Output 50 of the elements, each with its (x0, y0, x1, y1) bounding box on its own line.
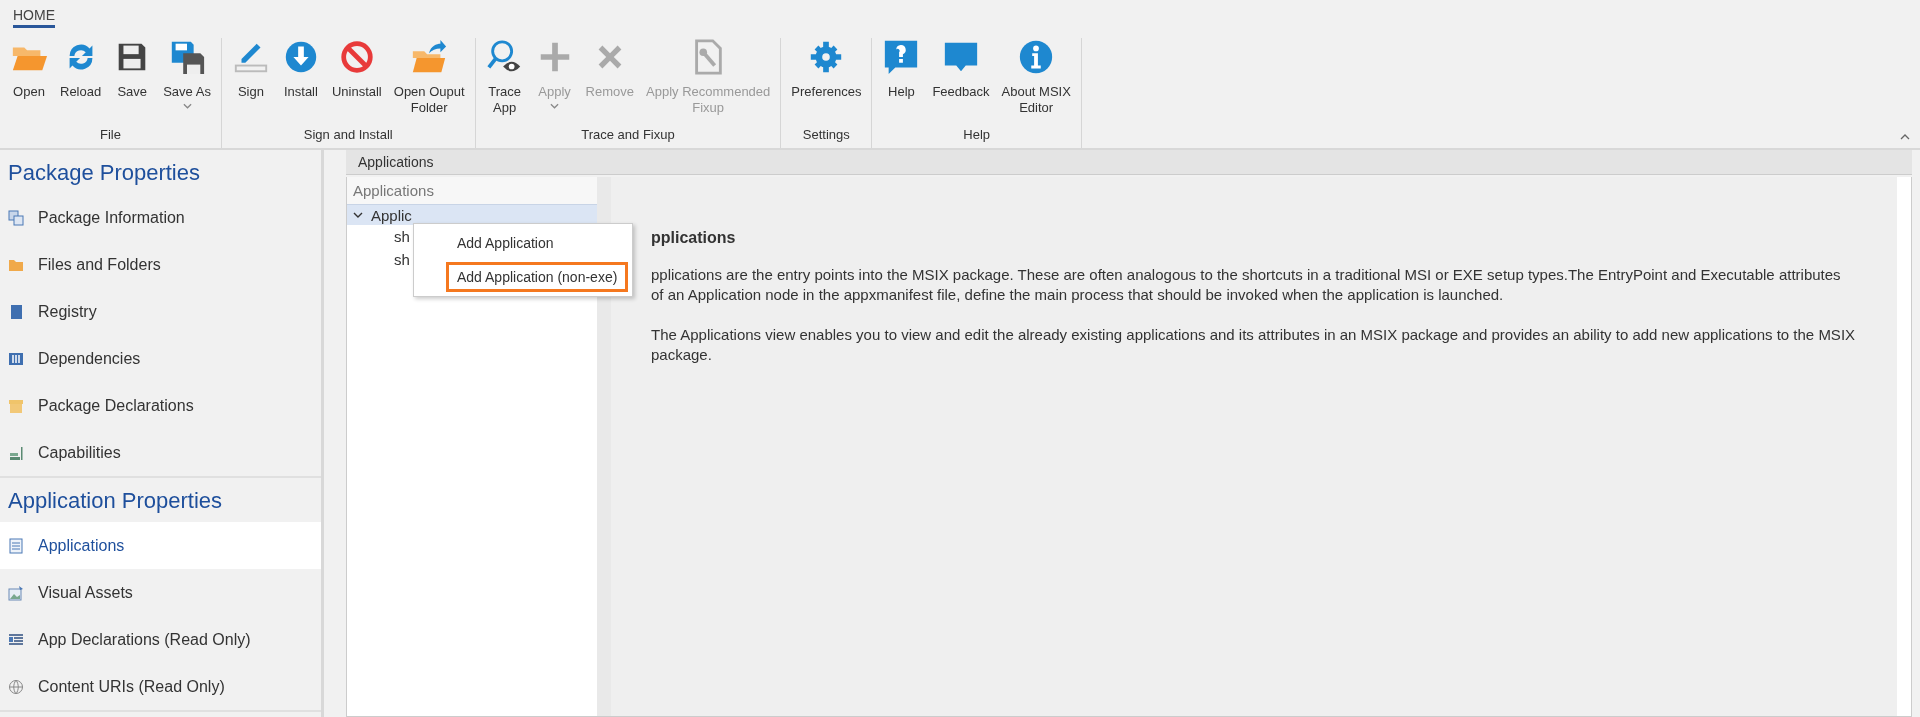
sidebar-item[interactable]: Visual Assets (0, 569, 321, 616)
ribbon-button[interactable]: Open (6, 38, 52, 100)
columns-icon (8, 350, 24, 367)
chevron-icon[interactable] (353, 210, 363, 220)
ribbon-button[interactable]: Save As (159, 38, 215, 109)
page-title: Applications (358, 154, 434, 170)
sidebar-item[interactable]: Package Declarations (0, 382, 321, 429)
ribbon-button[interactable]: Install (277, 38, 324, 100)
section-title: Package Properties (7, 159, 201, 187)
sidebar-item[interactable]: Files and Folders (0, 241, 321, 288)
sidebar-item[interactable]: Capabilities (0, 429, 321, 476)
sidebar-item[interactable]: Registry (0, 288, 321, 335)
ribbon-button[interactable]: Save (109, 38, 156, 100)
description-text: The Applications view enables you to view and edit the already existing applications and its attributes in an MSIX package and provides an ability to add new applications to the MSIX package. (651, 325, 1857, 365)
menu-item[interactable]: Add Application (446, 228, 565, 258)
section-title: Application Properties (7, 487, 223, 515)
ribbon-button[interactable]: Open Ouput Folder (389, 38, 469, 116)
sidebar-item[interactable]: Package Information (0, 194, 321, 241)
sidebar-item[interactable]: Dependencies (0, 335, 321, 382)
group-label: Trace and Fixup (581, 127, 675, 144)
ribbon-button[interactable]: Reload (56, 38, 106, 100)
ribbon-button[interactable]: Uninstall (327, 38, 386, 100)
globe-icon (8, 678, 24, 695)
menu-item[interactable]: Add Application (non-exe) (446, 262, 629, 292)
description-heading: pplications (651, 229, 737, 247)
sidebar-item[interactable]: Content URIs (Read Only) (0, 663, 321, 710)
ribbon-button[interactable]: Sign (227, 38, 274, 100)
document-icon (8, 537, 24, 554)
image-icon (8, 584, 24, 601)
group-label: Sign and Install (303, 127, 393, 144)
box-icon (8, 397, 24, 414)
list-icon (8, 631, 24, 648)
group-label: Settings (802, 127, 850, 144)
sidebar-item[interactable]: Applications (0, 522, 321, 569)
bars-icon (8, 444, 24, 461)
tree-header: Applications (347, 177, 597, 205)
group-label: File (99, 127, 121, 144)
ribbon-button[interactable]: Feedback (928, 38, 994, 100)
ribbon-button[interactable]: About MSIX Editor (997, 38, 1075, 116)
collapse-icon[interactable] (1900, 134, 1910, 140)
book-icon (8, 303, 24, 320)
tree-node[interactable]: Applic (347, 205, 597, 225)
ribbon-button[interactable]: Preferences (787, 38, 866, 100)
ribbon-button[interactable]: Trace App (481, 38, 528, 116)
description-text: pplications are the entry points into the MSIX package. These are often analogous to the shortcuts in a traditional MSI or EXE setup types.The EntryPoint and Executable attributes of an Application node in the appxmanifest file, define the main process that should be invoked when the application is launched. (651, 265, 1842, 305)
ribbon-button[interactable]: Help (878, 38, 925, 100)
group-label: Help (963, 127, 990, 144)
documents-icon (8, 209, 24, 226)
sidebar-item[interactable]: App Declarations (Read Only) (0, 616, 321, 663)
ribbon-tab[interactable]: HOME (13, 7, 55, 28)
